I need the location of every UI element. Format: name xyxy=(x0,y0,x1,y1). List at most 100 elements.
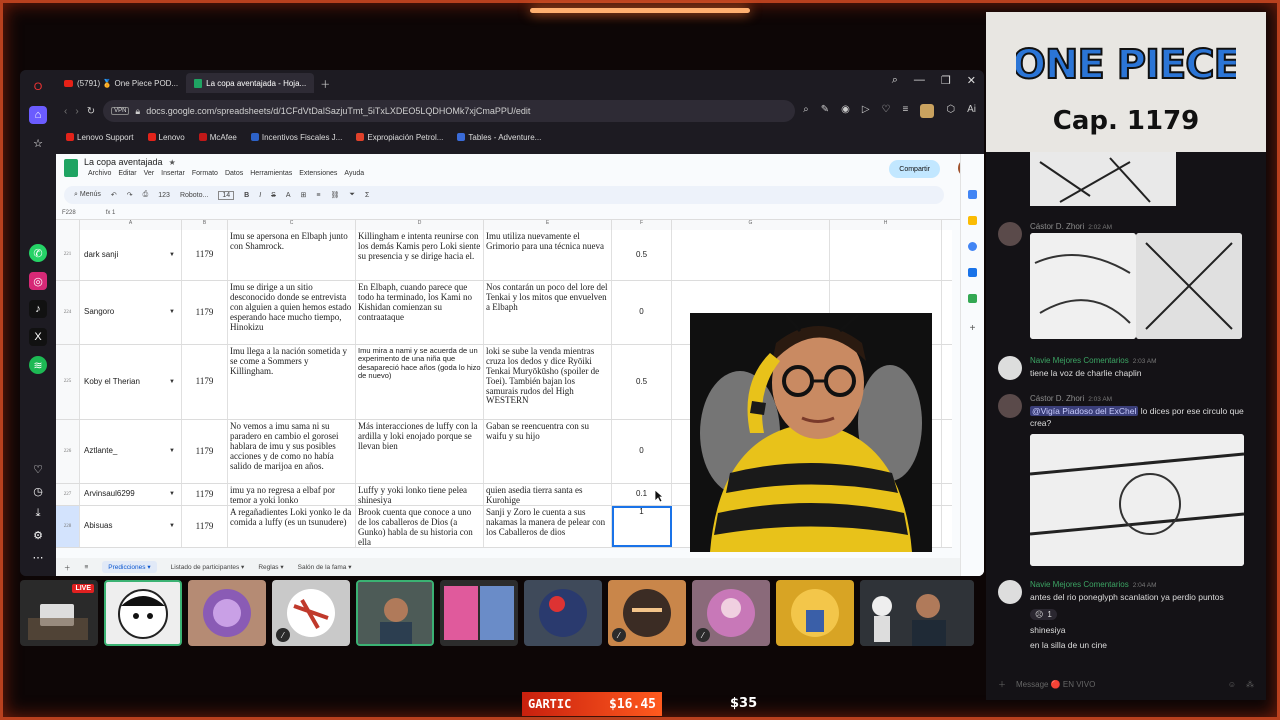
sheet-tab-participantes[interactable]: Listado de participantes ▾ xyxy=(171,563,245,571)
tab-youtube[interactable]: (5791) 🏅 One Piece POD... xyxy=(56,73,186,93)
dropdown-icon[interactable]: ▼ xyxy=(169,448,175,455)
prediction-cell[interactable]: Sanji y Zoro le cuenta a sus nakamas la … xyxy=(484,506,612,547)
dropdown-icon[interactable]: ▼ xyxy=(169,491,175,498)
menu-datos[interactable]: Datos xyxy=(225,170,243,177)
menu-ayuda[interactable]: Ayuda xyxy=(344,170,364,177)
share-button[interactable]: Compartir xyxy=(889,160,940,178)
vpn-badge[interactable]: VPN xyxy=(111,107,130,115)
cell-reference[interactable]: F228 xyxy=(62,210,76,216)
row-number[interactable]: 225 xyxy=(56,345,80,419)
name-cell[interactable]: Abisuas ▼ xyxy=(80,506,182,547)
empty-cell[interactable] xyxy=(672,230,830,280)
chapter-cell[interactable]: 1179 xyxy=(182,230,228,280)
url-field[interactable]: VPN 🔒︎ docs.google.com/spreadsheets/d/1C… xyxy=(103,100,796,122)
settings-icon[interactable]: ⚙ xyxy=(29,526,47,544)
avatar[interactable] xyxy=(998,580,1022,604)
back-icon[interactable]: ‹ xyxy=(64,106,67,117)
participant-tile[interactable] xyxy=(356,580,434,646)
zoom-icon[interactable]: ⌕ xyxy=(803,104,809,118)
menu-archivo[interactable]: Archivo xyxy=(88,170,111,177)
participant-tile[interactable]: ⁄ xyxy=(272,580,350,646)
play-icon[interactable]: ▷ xyxy=(862,104,870,118)
undo-icon[interactable]: ↶ xyxy=(111,191,117,199)
bookmark-item[interactable]: McAfee xyxy=(198,133,237,142)
prediction-cell[interactable]: Imu se dirige a un sitio desconocido don… xyxy=(228,281,356,344)
dropdown-icon[interactable]: ▼ xyxy=(169,252,175,259)
close-icon[interactable]: ✕ xyxy=(967,74,976,87)
add-icon[interactable]: + xyxy=(968,324,977,334)
font-select[interactable]: Roboto... xyxy=(180,192,208,199)
download-icon[interactable]: ⤓ xyxy=(29,504,47,522)
add-icon[interactable]: ＋ xyxy=(998,679,1006,690)
prediction-cell[interactable]: loki se sube la venda mientras cruza los… xyxy=(484,345,612,419)
chapter-cell[interactable]: 1179 xyxy=(182,484,228,505)
new-tab-button[interactable]: ＋ xyxy=(320,76,330,91)
dropdown-icon[interactable]: ▼ xyxy=(169,309,175,316)
apps-icon[interactable]: ⁂ xyxy=(1246,680,1254,689)
prediction-cell[interactable]: Brook cuenta que conoce a uno de los cab… xyxy=(356,506,484,547)
chat-input[interactable]: ＋ Message 🔴 EN VIVO ☺ ⁂ xyxy=(998,674,1254,694)
formula-input[interactable]: fx 1 xyxy=(106,210,116,216)
username[interactable]: Cástor D. Zhori xyxy=(1030,222,1084,231)
score-cell[interactable]: 0 xyxy=(612,281,672,344)
name-cell[interactable]: Arvinsaul6299 ▼ xyxy=(80,484,182,505)
column-header-b[interactable]: B xyxy=(182,220,228,230)
calendar-icon[interactable] xyxy=(968,190,977,199)
column-header-e[interactable]: E xyxy=(484,220,612,230)
corner-cell[interactable] xyxy=(56,220,80,230)
prediction-cell[interactable]: quien asedia tierra santa es Kurohige xyxy=(484,484,612,505)
sheet-tab-reglas[interactable]: Reglas ▾ xyxy=(258,563,283,571)
tasks-icon[interactable] xyxy=(968,242,977,251)
column-header-f[interactable]: F xyxy=(612,220,672,230)
bookmark-item[interactable]: Tables - Adventure... xyxy=(457,133,541,142)
chapter-cell[interactable]: 1179 xyxy=(182,506,228,547)
camera-icon[interactable]: ◉ xyxy=(841,104,850,118)
user-mention[interactable]: @Vigía Piadoso del ExChel xyxy=(1030,406,1139,416)
menu-insertar[interactable]: Insertar xyxy=(161,170,185,177)
prediction-cell[interactable]: Killingham e intenta reunirse con los de… xyxy=(356,230,484,280)
whatsapp-icon[interactable]: ✆ xyxy=(29,244,47,262)
name-cell[interactable]: dark sanji ▼ xyxy=(80,230,182,280)
avatar[interactable] xyxy=(998,394,1022,418)
text-color-icon[interactable]: A xyxy=(286,192,291,199)
row-number[interactable]: 228 xyxy=(56,506,80,547)
prediction-cell[interactable]: imu ya no regresa a elbaf por temor a yo… xyxy=(228,484,356,505)
maximize-icon[interactable]: ❐ xyxy=(941,74,951,87)
spotify-icon[interactable]: ≋ xyxy=(29,356,47,374)
manga-image[interactable] xyxy=(1030,152,1176,206)
star-icon[interactable]: ★ xyxy=(169,158,176,167)
row-number[interactable]: 221 xyxy=(56,230,80,280)
opera-icon[interactable]: O xyxy=(29,78,47,96)
participant-tile[interactable]: ⁄ xyxy=(692,580,770,646)
borders-icon[interactable]: ⊞ xyxy=(301,191,307,199)
dropdown-icon[interactable]: ▼ xyxy=(169,379,175,386)
sheet-tab-salon[interactable]: Salón de la fama ▾ xyxy=(298,563,352,571)
name-cell[interactable]: Sangoro ▼ xyxy=(80,281,182,344)
username[interactable]: Navie Mejores Comentarios xyxy=(1030,580,1129,589)
prediction-cell[interactable]: Más interacciones de luffy con la ardill… xyxy=(356,420,484,483)
prediction-cell[interactable]: En Elbaph, cuando parece que todo ha ter… xyxy=(356,281,484,344)
home-icon[interactable]: ⌂ xyxy=(29,106,47,124)
column-header-a[interactable]: A xyxy=(80,220,182,230)
manga-image[interactable] xyxy=(1030,233,1136,339)
menu-herramientas[interactable]: Herramientas xyxy=(250,170,292,177)
prediction-cell[interactable]: Imu se apersona en Elbaph junto con Sham… xyxy=(228,230,356,280)
username[interactable]: Navie Mejores Comentarios xyxy=(1030,356,1129,365)
participant-tile[interactable] xyxy=(440,580,518,646)
bookmark-item[interactable]: Incentivos Fiscales J... xyxy=(250,133,342,142)
participant-tile[interactable] xyxy=(524,580,602,646)
chapter-cell[interactable]: 1179 xyxy=(182,420,228,483)
prediction-cell[interactable]: Nos contarán un poco del lore del Tenkai… xyxy=(484,281,612,344)
format-number[interactable]: 123 xyxy=(158,192,170,199)
edit-icon[interactable]: ✎ xyxy=(821,104,829,118)
more-icon[interactable]: ⋯ xyxy=(29,548,47,566)
score-cell[interactable]: 0.5 xyxy=(612,345,672,419)
forward-icon[interactable]: › xyxy=(75,106,78,117)
italic-icon[interactable]: I xyxy=(259,192,261,199)
minimize-icon[interactable]: — xyxy=(914,74,925,87)
prediction-cell[interactable]: No vemos a imu sama ni su paradero en ca… xyxy=(228,420,356,483)
doc-title[interactable]: La copa aventajada xyxy=(84,157,163,167)
keep-icon[interactable] xyxy=(968,216,977,225)
contacts-icon[interactable] xyxy=(968,268,977,277)
all-sheets-icon[interactable]: ≡ xyxy=(85,564,89,571)
